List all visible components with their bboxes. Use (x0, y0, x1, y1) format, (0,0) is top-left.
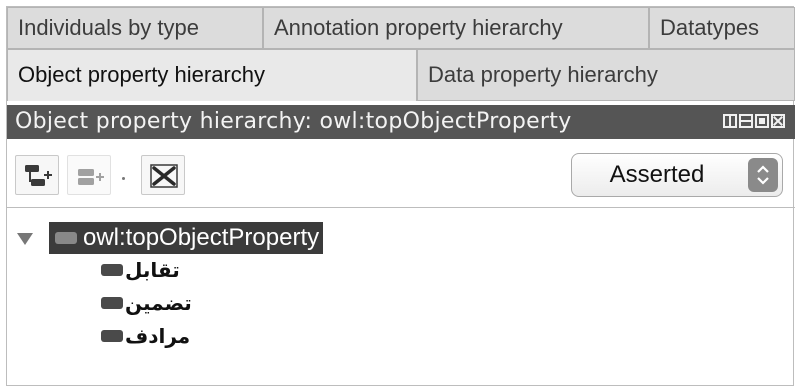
split-view-icon[interactable] (723, 114, 737, 128)
tree-root-node[interactable]: owl:topObjectProperty (49, 222, 324, 254)
property-tree: owl:topObjectProperty تقابل تضمين مرادف (7, 207, 795, 388)
add-subproperty-icon (25, 165, 52, 186)
tree-child-label: تقابل (125, 258, 180, 282)
delete-property-icon (150, 164, 178, 188)
tab-object-property-hierarchy[interactable]: Object property hierarchy (7, 49, 417, 101)
select-arrows-icon (748, 158, 778, 192)
delete-property-button[interactable] (141, 155, 185, 195)
tree-root-label: owl:topObjectProperty (83, 224, 320, 251)
add-sibling-property-button[interactable] (67, 155, 111, 195)
tab-individuals-by-type[interactable]: Individuals by type (7, 7, 263, 49)
view-title-bar: Object property hierarchy: owl:topObject… (7, 105, 795, 139)
object-property-icon (101, 297, 123, 309)
tab-annotation-property-hierarchy[interactable]: Annotation property hierarchy (263, 7, 649, 49)
add-subproperty-button[interactable] (15, 155, 59, 195)
maximize-view-icon[interactable] (755, 114, 769, 128)
toolbar-separator (122, 177, 125, 180)
tree-root-row[interactable]: owl:topObjectProperty (17, 222, 324, 254)
tree-child-node[interactable]: تضمين (101, 289, 192, 317)
minimize-view-icon[interactable] (739, 114, 753, 128)
tree-child-label: تضمين (125, 291, 192, 315)
view-window-controls (723, 114, 785, 128)
tree-child-node[interactable]: مرادف (101, 322, 190, 350)
hierarchy-mode-select[interactable]: Asserted (571, 153, 783, 197)
add-sibling-property-icon (78, 169, 104, 185)
object-property-icon (55, 232, 77, 244)
close-view-icon[interactable] (771, 114, 785, 128)
tree-child-label: مرادف (125, 324, 191, 348)
object-property-icon (101, 264, 123, 276)
object-property-hierarchy-panel: Individuals by type Annotation property … (6, 6, 795, 388)
tab-data-property-hierarchy[interactable]: Data property hierarchy (417, 49, 795, 101)
tree-child-node[interactable]: تقابل (101, 256, 180, 284)
expand-toggle-icon[interactable] (17, 233, 33, 245)
hierarchy-mode-value: Asserted (609, 161, 705, 188)
view-title: Object property hierarchy: owl:topObject… (15, 109, 572, 134)
object-property-icon (101, 330, 123, 342)
tab-datatypes[interactable]: Datatypes (649, 7, 795, 49)
